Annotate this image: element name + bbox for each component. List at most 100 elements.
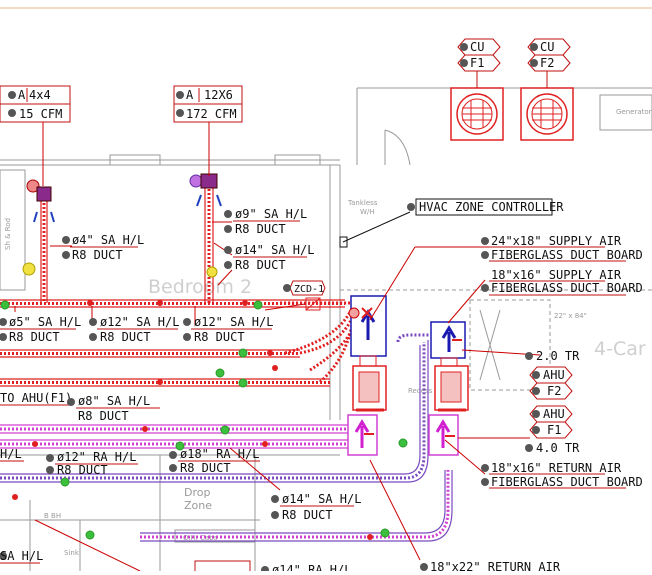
supply-riser-left bbox=[40, 195, 48, 303]
diffuser-left-cfm: 15 CFM bbox=[19, 107, 62, 121]
tag-cu-f2: CU F2 bbox=[527, 38, 571, 88]
diffuser-left bbox=[22, 179, 55, 276]
cu-f2-number: F2 bbox=[540, 56, 554, 70]
duct-12b-type: R8 DUCT bbox=[194, 330, 245, 344]
return-trunk-1 bbox=[0, 424, 350, 434]
supply-trunk-3 bbox=[0, 378, 330, 387]
sa-18x16-material: FIBERGLASS DUCT BOARD bbox=[491, 281, 643, 295]
callout-duct-4: ø4" SA H/L R8 DUCT bbox=[62, 233, 144, 262]
duct-4-size: ø4" SA H/L bbox=[72, 233, 144, 247]
supply-plenum-f2 bbox=[430, 321, 466, 367]
sa-bottom-label: SA H/L bbox=[0, 549, 43, 563]
ahu-f2-tag: AHU bbox=[543, 368, 565, 382]
cu-f1-tag: CU bbox=[470, 40, 484, 54]
duct-14-upper-size: ø14" SA H/L bbox=[235, 243, 314, 257]
duct-8-type: R8 DUCT bbox=[78, 409, 129, 423]
diffuser-left-type: A bbox=[18, 88, 26, 102]
ra-18x22-size: 18"x22" RETURN AIR bbox=[430, 560, 561, 571]
duct-9-size: ø9" SA H/L bbox=[235, 207, 307, 221]
room-label-bedroom: Bedroom 2 bbox=[148, 276, 252, 298]
callout-duct-5: ø5" SA H/L R8 DUCT bbox=[0, 315, 81, 344]
to-ahu-label: TO AHU(F1) bbox=[0, 391, 72, 405]
sa-18x16-size: 18"x16" SUPPLY AIR bbox=[491, 268, 622, 282]
condensing-unit-f1 bbox=[450, 87, 504, 141]
diffuser-right-size: 12X6 bbox=[204, 88, 233, 102]
callout-duct-14-upper: ø14" SA H/L R8 DUCT bbox=[224, 243, 314, 272]
supply-flex-bundle bbox=[280, 301, 354, 384]
tag-cu-f1: CU F1 bbox=[457, 38, 501, 88]
hl-label: H/L bbox=[0, 447, 22, 461]
ra-18-type: R8 DUCT bbox=[180, 461, 231, 475]
callout-ra-12: ø12" RA H/L R8 DUCT bbox=[46, 450, 138, 477]
room-label-drop-2: Zone bbox=[184, 499, 212, 512]
callout-sa-bottom-left: SA H/L bbox=[0, 549, 43, 564]
sa-24x18-material: FIBERGLASS DUCT BOARD bbox=[491, 248, 643, 262]
room-label-tankless: Tankless bbox=[347, 199, 378, 207]
ahu-box-f2 bbox=[434, 365, 469, 412]
ahu-f2-tons: 2.0 TR bbox=[536, 349, 580, 363]
tag-zone-controller: HVAC ZONE CONTROLLER bbox=[407, 198, 564, 216]
ahu-f1-number: F1 bbox=[547, 423, 561, 437]
tag-ahu-f1: AHU F1 4.0 TR bbox=[525, 405, 580, 455]
ahu-f1-tons: 4.0 TR bbox=[536, 441, 580, 455]
diffuser-right-cfm: 172 CFM bbox=[186, 107, 237, 121]
room-label-wh: W/H bbox=[360, 208, 375, 216]
tag-diffuser-left: A 4x4 15 CFM bbox=[0, 85, 71, 123]
duct-12a-size: ø12" SA H/L bbox=[100, 315, 179, 329]
ahu-box-f1 bbox=[352, 365, 387, 412]
room-label-bench: B BH bbox=[44, 512, 61, 520]
tag-ahu-f2: 2.0 TR AHU F2 bbox=[525, 349, 580, 400]
ahu-f2-number: F2 bbox=[547, 384, 561, 398]
duct-14-upper-type: R8 DUCT bbox=[235, 258, 286, 272]
callout-ra-18x22: 18"x22" RETURN AIR bbox=[420, 560, 561, 574]
callout-hl: H/L bbox=[0, 447, 24, 462]
ra-18x16-size: 18"x16" RETURN AIR bbox=[491, 461, 622, 475]
callout-ra-14: ø14" RA H/L bbox=[194, 560, 351, 575]
return-trunk-2 bbox=[0, 439, 350, 449]
hvac-zone-controller-label: HVAC ZONE CONTROLLER bbox=[419, 200, 564, 214]
room-label-drop-1: Drop bbox=[184, 486, 210, 499]
callout-sa-18x16: 18"x16" SUPPLY AIR FIBERGLASS DUCT BOARD bbox=[481, 268, 643, 296]
ra-12-type: R8 DUCT bbox=[57, 463, 108, 477]
return-plenum-f2 bbox=[428, 414, 459, 456]
ra-12-size: ø12" RA H/L bbox=[57, 450, 136, 464]
callout-sa-24x18: 24"x18" SUPPLY AIR FIBERGLASS DUCT BOARD bbox=[481, 234, 643, 262]
duct-9-type: R8 DUCT bbox=[235, 222, 286, 236]
controller-leader bbox=[342, 211, 411, 243]
ra-18-size: ø18" RA H/L bbox=[180, 447, 259, 461]
room-label-garage: 4-Car bbox=[594, 338, 646, 360]
room-label-generator: Generator bbox=[616, 108, 652, 116]
zcd-label: ZCD-1 bbox=[294, 284, 324, 295]
diffuser-right-type: A bbox=[186, 88, 194, 102]
return-plenum-f1 bbox=[347, 414, 378, 456]
callout-ra-18: ø18" RA H/L R8 DUCT bbox=[169, 447, 260, 475]
ra-18x16-material: FIBERGLASS DUCT BOARD bbox=[491, 475, 643, 489]
room-label-sink: Sink bbox=[64, 549, 80, 557]
duct-12a-type: R8 DUCT bbox=[100, 330, 151, 344]
duct-12b-size: ø12" SA H/L bbox=[194, 315, 273, 329]
callout-duct-9: ø9" SA H/L R8 DUCT bbox=[224, 207, 307, 236]
cu-f1-number: F1 bbox=[470, 56, 484, 70]
hvac-duct-drawing: Bedroom 2 4-Car Drop Zone O.H. Cabs Tank… bbox=[0, 0, 652, 575]
cu-f2-tag: CU bbox=[540, 40, 554, 54]
sa-24x18-size: 24"x18" SUPPLY AIR bbox=[491, 234, 622, 248]
duct-14-lower-size: ø14" SA H/L bbox=[282, 492, 361, 506]
duct-8-size: ø8" SA H/L bbox=[78, 394, 150, 408]
tag-diffuser-right: A 12X6 172 CFM bbox=[173, 85, 243, 123]
duct-5-size: ø5" SA H/L bbox=[9, 315, 81, 329]
room-label-dimension: 22" x 84" bbox=[554, 312, 587, 320]
duct-5-type: R8 DUCT bbox=[9, 330, 60, 344]
callout-duct-12-b: ø12" SA H/L R8 DUCT bbox=[183, 315, 273, 344]
ra-14-size: ø14" RA H/L bbox=[272, 563, 351, 571]
supply-plenum-f1 bbox=[348, 295, 387, 367]
tag-zcd: ZCD-1 bbox=[283, 280, 326, 296]
condensing-unit-f2 bbox=[520, 87, 574, 141]
supply-trunk-2 bbox=[0, 349, 300, 358]
callout-duct-8: ø8" SA H/L R8 DUCT bbox=[67, 394, 160, 423]
callout-duct-12-a: ø12" SA H/L R8 DUCT bbox=[89, 315, 179, 344]
duct-4-type: R8 DUCT bbox=[72, 248, 123, 262]
duct-14-lower-type: R8 DUCT bbox=[282, 508, 333, 522]
room-label-rod: Sh & Rod bbox=[4, 218, 12, 250]
callout-to-ahu: TO AHU(F1) bbox=[0, 391, 72, 406]
ahu-f1-tag: AHU bbox=[543, 407, 565, 421]
